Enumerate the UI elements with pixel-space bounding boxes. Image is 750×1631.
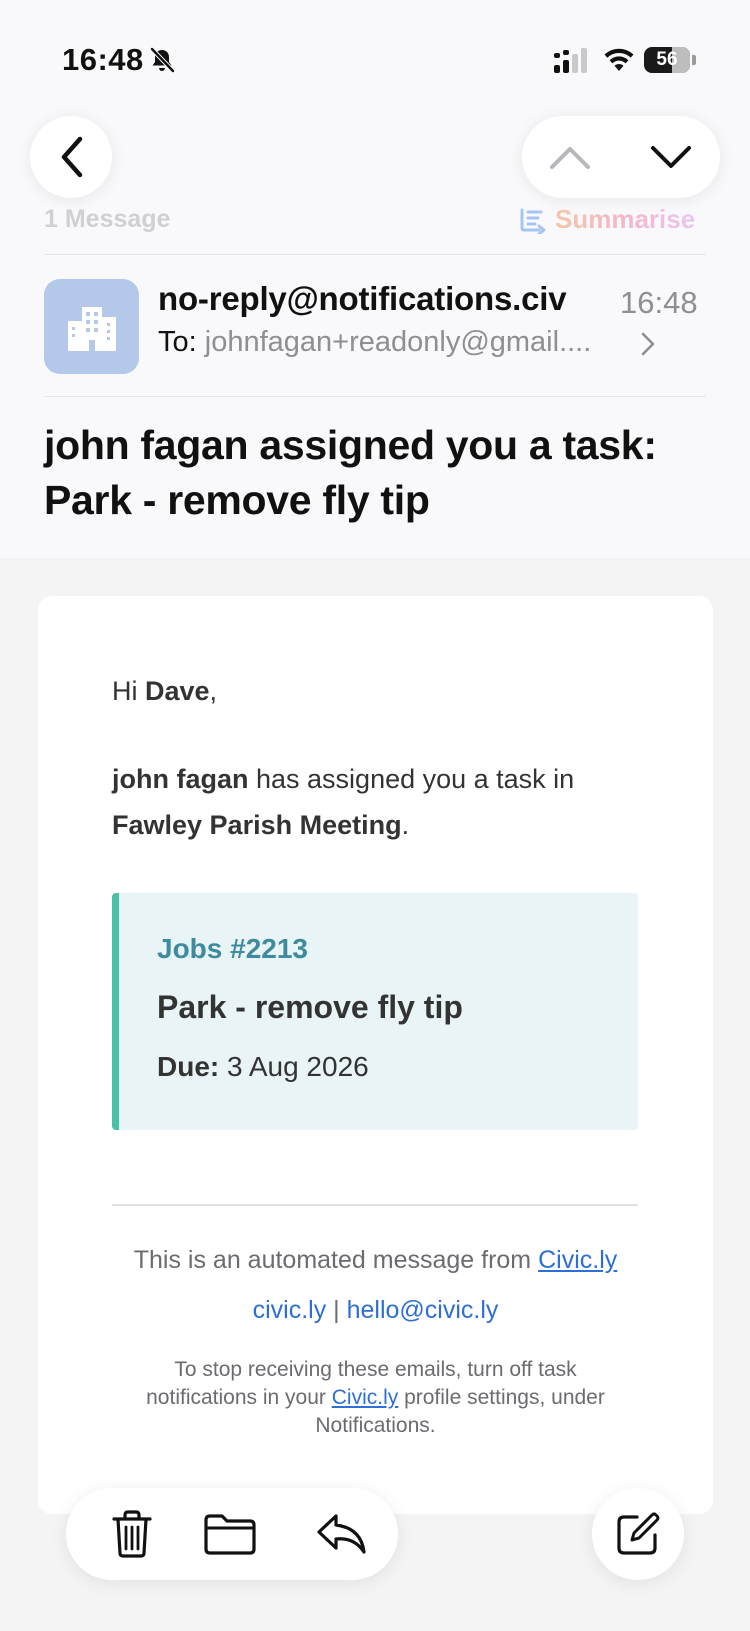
unsubscribe-note: To stop receiving these emails, turn off… bbox=[146, 1358, 605, 1437]
previous-message-button[interactable] bbox=[522, 116, 618, 198]
due-label: Due: bbox=[157, 1051, 220, 1082]
compose-button[interactable] bbox=[592, 1488, 684, 1580]
trash-icon bbox=[112, 1510, 152, 1558]
compose-icon bbox=[617, 1512, 660, 1555]
mail-screen: 16:48 56 1 Message Summarise no-reply@no… bbox=[0, 0, 750, 1631]
back-button[interactable] bbox=[30, 116, 112, 198]
footer-links: civic.ly | hello@civic.ly bbox=[252, 1296, 499, 1324]
assigner-name: john fagan bbox=[112, 764, 249, 794]
recipient-line[interactable]: To: johnfagan+readonly@gmail.... bbox=[158, 326, 658, 359]
organisation-name: Fawley Parish Meeting bbox=[112, 810, 402, 840]
task-due: Due: 3 Aug 2026 bbox=[157, 1051, 369, 1083]
profile-settings-link[interactable]: Civic.ly bbox=[332, 1386, 399, 1409]
message-actions-toolbar bbox=[66, 1488, 398, 1580]
email-body: Hi Dave, john fagan has assigned you a t… bbox=[38, 596, 713, 1514]
folder-icon bbox=[204, 1514, 256, 1555]
reply-icon bbox=[317, 1514, 366, 1554]
recipient-address: johnfagan+readonly@gmail.... bbox=[204, 326, 592, 358]
civicly-link[interactable]: Civic.ly bbox=[538, 1246, 617, 1274]
battery-level: 56 bbox=[656, 49, 678, 70]
battery-icon: 56 bbox=[644, 47, 696, 73]
summarise-button[interactable]: Summarise bbox=[519, 204, 695, 235]
divider bbox=[112, 1204, 638, 1206]
reply-button[interactable] bbox=[292, 1488, 392, 1580]
status-bar: 16:48 56 bbox=[0, 0, 750, 110]
message-navigation bbox=[522, 116, 720, 198]
due-date: 3 Aug 2026 bbox=[219, 1051, 369, 1082]
to-label: To: bbox=[158, 326, 197, 358]
message-count: 1 Message bbox=[44, 205, 171, 233]
next-message-button[interactable] bbox=[622, 116, 720, 198]
chevron-down-icon bbox=[651, 146, 691, 168]
building-icon bbox=[67, 306, 116, 351]
task-id: Jobs #2213 bbox=[157, 933, 308, 964]
email-subject: john fagan assigned you a task: Park - r… bbox=[44, 422, 657, 523]
message-time: 16:48 bbox=[620, 285, 698, 320]
task-title: Park - remove fly tip bbox=[157, 989, 463, 1025]
recipient-name: Dave bbox=[145, 676, 210, 706]
task-card: Jobs #2213 Park - remove fly tip Due: 3 … bbox=[112, 893, 638, 1130]
chevron-left-icon bbox=[61, 136, 83, 178]
intro-text: john fagan has assigned you a task in Fa… bbox=[112, 764, 575, 840]
sender-avatar[interactable] bbox=[44, 279, 139, 374]
chevron-up-icon bbox=[550, 147, 590, 169]
summarise-label: Summarise bbox=[555, 204, 696, 234]
website-link[interactable]: civic.ly bbox=[253, 1296, 327, 1324]
email-link[interactable]: hello@civic.ly bbox=[347, 1296, 499, 1324]
divider bbox=[44, 396, 706, 397]
automated-message-text: This is an automated message from Civic.… bbox=[133, 1246, 618, 1274]
sender-address[interactable]: no-reply@notifications.civ bbox=[158, 280, 590, 318]
divider bbox=[44, 254, 706, 255]
delete-button[interactable] bbox=[82, 1488, 182, 1580]
greeting: Hi Dave, bbox=[112, 676, 218, 706]
summarise-icon bbox=[520, 208, 546, 234]
bell-slash-icon bbox=[150, 47, 175, 73]
status-time: 16:48 bbox=[62, 42, 144, 77]
signal-icon bbox=[554, 48, 587, 73]
wifi-icon bbox=[604, 48, 634, 71]
move-to-folder-button[interactable] bbox=[180, 1488, 280, 1580]
chevron-right-icon[interactable] bbox=[640, 331, 656, 357]
